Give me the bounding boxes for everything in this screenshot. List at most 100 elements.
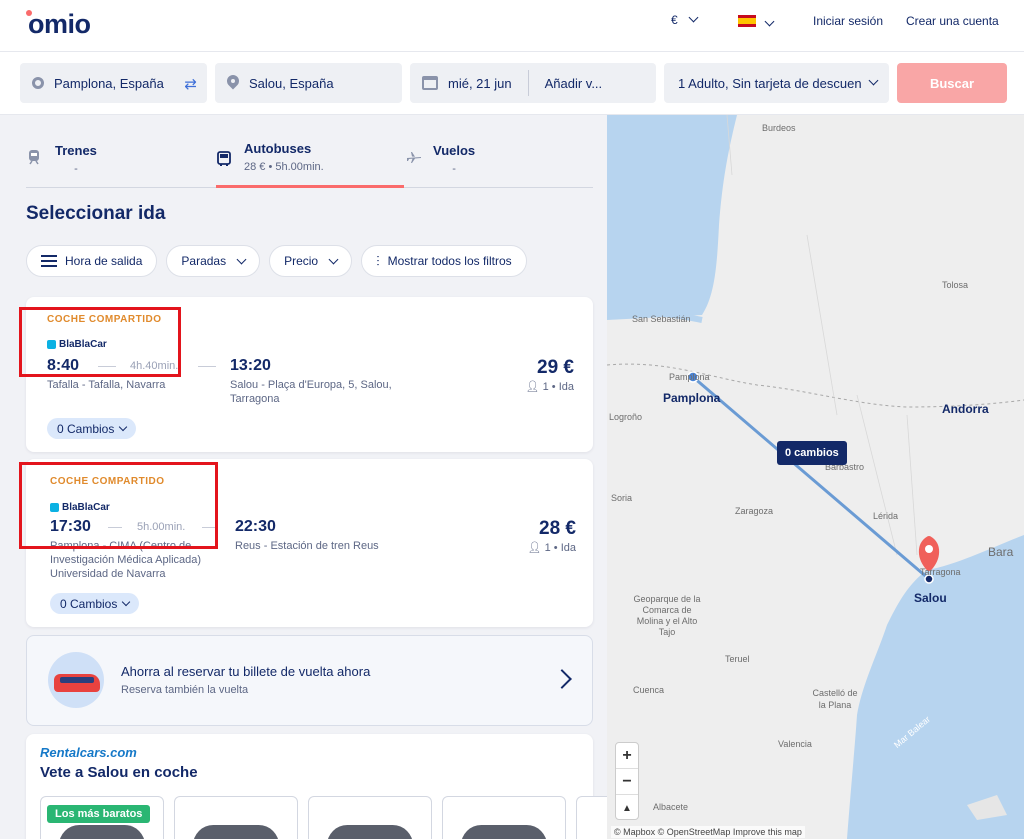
plane-icon bbox=[407, 152, 421, 163]
map-label: Soria bbox=[611, 493, 633, 503]
origin-value: Pamplona, España bbox=[54, 75, 164, 91]
return-trip-promo[interactable]: Ahorra al reservar tu billete de vuelta … bbox=[26, 635, 593, 726]
chevron-down-icon bbox=[328, 254, 339, 264]
destination-value: Salou, España bbox=[249, 75, 334, 91]
zoom-controls: + − ▲ bbox=[615, 742, 639, 820]
chevron-down-icon[interactable] bbox=[764, 16, 775, 27]
map-label: Teruel bbox=[725, 654, 750, 664]
highlight-box bbox=[19, 307, 181, 377]
promo-title: Ahorra al reservar tu billete de vuelta … bbox=[121, 664, 371, 679]
arrival-place: Salou - Plaça d'Europa, 5, Salou, Tarrag… bbox=[230, 379, 392, 405]
car-option[interactable] bbox=[576, 796, 607, 839]
chevron-down-icon bbox=[122, 597, 131, 606]
arrival-time: 13:20 bbox=[230, 357, 271, 374]
filter-price[interactable]: Precio bbox=[269, 245, 353, 277]
changes-label: 0 Cambios bbox=[57, 421, 115, 436]
divider bbox=[198, 366, 216, 367]
passenger-info: 👤︎ 1 • Ida bbox=[486, 541, 576, 554]
map-label: Albacete bbox=[653, 802, 689, 812]
spain-flag-icon[interactable] bbox=[738, 15, 756, 27]
currency-selector[interactable]: € bbox=[671, 12, 699, 27]
map-label: Geoparque de la Comarca de Molina y el A… bbox=[633, 594, 701, 637]
filter-label: Paradas bbox=[181, 254, 227, 268]
return-date[interactable]: Añadir v... bbox=[545, 76, 603, 91]
destination-field[interactable]: Salou, España bbox=[215, 63, 402, 103]
origin-circle-icon bbox=[32, 77, 44, 89]
bus-illustration-icon bbox=[48, 652, 104, 708]
departure-place: Tafalla - Tafalla, Navarra bbox=[47, 379, 166, 391]
filter-label: Precio bbox=[284, 254, 319, 268]
passenger-info: 👤︎ 1 • Ida bbox=[486, 380, 574, 393]
tab-trains-sub: - bbox=[74, 163, 78, 175]
route-map[interactable]: Burdeos Tolosa San Sebastián Pamplona Lo… bbox=[607, 115, 1024, 839]
map-label: Valencia bbox=[778, 739, 812, 749]
tab-trains[interactable]: Trenes - bbox=[26, 143, 146, 188]
map-attribution[interactable]: © Mapbox © OpenStreetMap Improve this ma… bbox=[611, 826, 805, 838]
bus-icon bbox=[217, 151, 231, 166]
map-label: Tarragona bbox=[920, 567, 961, 577]
map-label: Tolosa bbox=[942, 280, 969, 290]
tab-flights-label: Vuelos bbox=[433, 143, 476, 158]
active-tab-indicator bbox=[216, 185, 404, 188]
car-icon bbox=[327, 825, 413, 839]
price: 28 € bbox=[539, 518, 576, 539]
map-label: Castelló de la Plana bbox=[812, 688, 858, 710]
results-panel: Trenes - Autobuses 28 € • 5h.00min. Vuel… bbox=[0, 115, 607, 839]
zoom-out-button[interactable]: − bbox=[616, 769, 638, 795]
car-icon bbox=[461, 825, 547, 839]
chevron-down-icon bbox=[868, 75, 879, 85]
divider bbox=[527, 70, 529, 96]
origin-field[interactable]: Pamplona, España ⇄ bbox=[20, 63, 207, 103]
chevron-down-icon bbox=[688, 12, 699, 23]
map-label: Logroño bbox=[609, 412, 643, 422]
signup-link[interactable]: Crear una cuenta bbox=[906, 14, 999, 28]
car-option[interactable] bbox=[174, 796, 298, 839]
pax-value: 1 • Ida bbox=[542, 381, 574, 393]
passengers-field[interactable]: 1 Adulto, Sin tarjeta de descuen bbox=[664, 63, 889, 103]
currency-label: € bbox=[671, 13, 678, 27]
omio-logo[interactable]: omio bbox=[26, 9, 91, 40]
map-canvas bbox=[607, 115, 1024, 839]
map-label: Cuenca bbox=[633, 685, 665, 695]
changes-toggle[interactable]: 0 Cambios bbox=[47, 418, 137, 439]
sort-icon bbox=[41, 255, 57, 267]
chevron-down-icon bbox=[236, 254, 247, 264]
filter-all[interactable]: ⫶ Mostrar todos los filtros bbox=[361, 245, 527, 277]
swap-icon[interactable]: ⇄ bbox=[184, 75, 197, 93]
passengers-value: 1 Adulto, Sin tarjeta de descuen bbox=[678, 75, 862, 91]
tab-trains-label: Trenes bbox=[55, 143, 97, 158]
rentalcars-logo: Rentalcars.com bbox=[40, 745, 137, 760]
zoom-in-button[interactable]: + bbox=[616, 743, 638, 769]
tab-buses[interactable]: Autobuses 28 € • 5h.00min. bbox=[216, 141, 404, 188]
chevron-down-icon bbox=[119, 422, 128, 431]
login-link[interactable]: Iniciar sesión bbox=[813, 14, 883, 28]
search-button[interactable]: Buscar bbox=[897, 63, 1007, 103]
transport-tabs: Trenes - Autobuses 28 € • 5h.00min. Vuel… bbox=[26, 141, 593, 188]
calendar-icon bbox=[422, 76, 438, 90]
tab-flights[interactable]: Vuelos - bbox=[406, 143, 526, 188]
person-icon: 👤︎ bbox=[527, 542, 545, 554]
filter-departure-time[interactable]: Hora de salida bbox=[26, 245, 158, 277]
destination-city-label: Salou bbox=[914, 591, 947, 605]
origin-city-label: Pamplona bbox=[663, 391, 721, 405]
date-field[interactable]: mié, 21 jun Añadir v... bbox=[410, 63, 656, 103]
filter-bar: Hora de salida Paradas Precio ⫶ Mostrar t… bbox=[26, 245, 527, 277]
compass-icon[interactable]: ▲ bbox=[616, 795, 638, 821]
car-option[interactable] bbox=[442, 796, 566, 839]
search-bar: Pamplona, España ⇄ Salou, España mié, 21… bbox=[0, 52, 1024, 115]
sliders-icon: ⫶ bbox=[376, 252, 380, 269]
promo-subtitle: Reserva también la vuelta bbox=[121, 684, 249, 696]
changes-toggle[interactable]: 0 Cambios bbox=[50, 593, 140, 614]
car-option[interactable] bbox=[308, 796, 432, 839]
map-label: Lérida bbox=[873, 511, 899, 521]
chevron-right-icon[interactable] bbox=[552, 669, 572, 689]
map-label: Zaragoza bbox=[735, 506, 774, 516]
tab-flights-sub: - bbox=[452, 163, 456, 175]
arrival-time: 22:30 bbox=[235, 518, 276, 535]
departure-date[interactable]: mié, 21 jun bbox=[448, 76, 512, 91]
filter-stops[interactable]: Paradas bbox=[166, 245, 261, 277]
highlight-box bbox=[19, 462, 218, 549]
logo-text: omio bbox=[28, 9, 91, 39]
price: 29 € bbox=[537, 357, 574, 378]
car-icon bbox=[59, 825, 145, 839]
